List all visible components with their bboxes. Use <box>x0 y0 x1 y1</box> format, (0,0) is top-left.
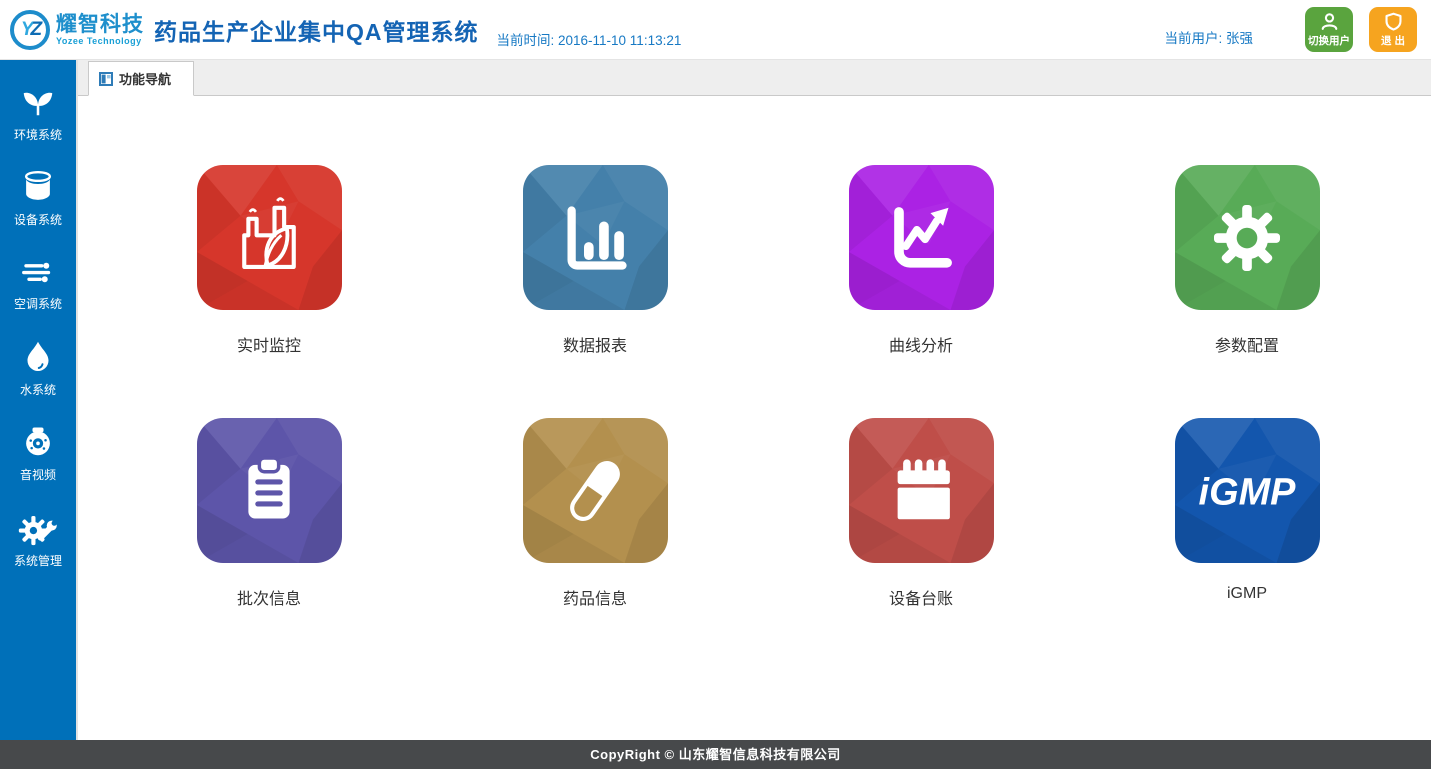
layout-icon <box>99 72 113 86</box>
app-label: 曲线分析 <box>889 332 953 356</box>
header: Y Z 耀智科技 Yozee Technology 药品生产企业集中QA管理系统… <box>0 0 1431 60</box>
sidebar-label: 设备系统 <box>14 211 62 228</box>
tab-bar: 功能导航 <box>78 60 1431 96</box>
tab-function-nav[interactable]: 功能导航 <box>88 61 194 96</box>
sidebar-item-system-admin[interactable]: 系统管理 <box>0 495 76 580</box>
line-chart-icon <box>877 194 965 282</box>
app-label: iGMP <box>1227 585 1267 603</box>
calendar-icon <box>877 447 965 535</box>
clipboard-icon <box>225 447 313 535</box>
app-cell-equipment-ledger: 设备台账 <box>758 418 1084 609</box>
app-cell-curve-analysis: 曲线分析 <box>758 165 1084 356</box>
page-title: 药品生产企业集中QA管理系统 <box>154 13 479 47</box>
tank-icon <box>19 167 57 205</box>
sidebar-label: 环境系统 <box>14 126 62 143</box>
camera-icon <box>19 422 57 460</box>
switch-user-label: 切换用户 <box>1308 33 1350 48</box>
app-tile-equipment-ledger[interactable] <box>849 418 994 563</box>
gear-icon <box>1203 194 1291 282</box>
water-drop-icon <box>20 337 56 375</box>
bar-chart-icon <box>551 194 639 282</box>
capsule-icon <box>551 447 639 535</box>
factory-leaf-icon <box>225 194 313 282</box>
app-label: 批次信息 <box>237 585 301 609</box>
logout-button[interactable]: 退 出 <box>1369 7 1417 52</box>
svg-text:iGMP: iGMP <box>1199 471 1297 513</box>
wind-icon <box>18 253 58 289</box>
switch-user-button[interactable]: 切换用户 <box>1305 7 1353 52</box>
brand-name: 耀智科技 <box>56 14 144 35</box>
gear-wrench-icon <box>18 506 58 546</box>
sidebar-label: 系统管理 <box>14 552 62 569</box>
app-cell-parameter-config: 参数配置 <box>1084 165 1410 356</box>
app-logo: Y Z 耀智科技 Yozee Technology <box>10 10 144 50</box>
sidebar-item-water[interactable]: 水系统 <box>0 325 76 410</box>
app-grid: 实时监控 <box>106 165 1431 609</box>
footer: CopyRight © 山东耀智信息科技有限公司 <box>0 740 1431 769</box>
app-cell-realtime-monitoring: 实时监控 <box>106 165 432 356</box>
sidebar: 环境系统 设备系统 空调系统 水系统 <box>0 60 78 740</box>
app-label: 设备台账 <box>889 585 953 609</box>
app-cell-batch-info: 批次信息 <box>106 418 432 609</box>
app-tile-drug-info[interactable] <box>523 418 668 563</box>
app-cell-igmp: iGMP iGMP <box>1084 418 1410 609</box>
content-area: 实时监控 <box>78 96 1431 740</box>
sidebar-label: 水系统 <box>20 381 56 398</box>
tab-label: 功能导航 <box>119 69 171 88</box>
app-tile-realtime-monitoring[interactable] <box>197 165 342 310</box>
app-tile-igmp[interactable]: iGMP <box>1175 418 1320 563</box>
app-label: 药品信息 <box>563 585 627 609</box>
app-tile-curve-analysis[interactable] <box>849 165 994 310</box>
current-time: 当前时间: 2016-11-10 11:13:21 <box>497 29 682 59</box>
sidebar-label: 空调系统 <box>14 295 62 312</box>
sidebar-item-equipment[interactable]: 设备系统 <box>0 155 76 240</box>
seedling-icon <box>19 82 57 120</box>
app-cell-data-reports: 数据报表 <box>432 165 758 356</box>
app-tile-parameter-config[interactable] <box>1175 165 1320 310</box>
sidebar-label: 音视频 <box>20 466 56 483</box>
sidebar-item-hvac[interactable]: 空调系统 <box>0 240 76 325</box>
logout-label: 退 出 <box>1381 33 1405 48</box>
logo-monogram-icon: Y Z <box>10 10 50 50</box>
app-label: 参数配置 <box>1215 332 1279 356</box>
app-cell-drug-info: 药品信息 <box>432 418 758 609</box>
logo-letter-y: Y <box>21 19 31 41</box>
brand-subtitle: Yozee Technology <box>56 37 144 46</box>
sidebar-item-environment[interactable]: 环境系统 <box>0 70 76 155</box>
app-label: 数据报表 <box>563 332 627 356</box>
user-icon <box>1320 12 1339 31</box>
igmp-text-icon: iGMP <box>1182 447 1312 535</box>
logo-letter-z: Z <box>31 19 40 41</box>
app-label: 实时监控 <box>237 332 301 356</box>
sidebar-item-audio-video[interactable]: 音视频 <box>0 410 76 495</box>
app-tile-batch-info[interactable] <box>197 418 342 563</box>
app-tile-data-reports[interactable] <box>523 165 668 310</box>
current-user: 当前用户: 张强 <box>1164 27 1253 59</box>
shield-icon <box>1384 12 1403 31</box>
